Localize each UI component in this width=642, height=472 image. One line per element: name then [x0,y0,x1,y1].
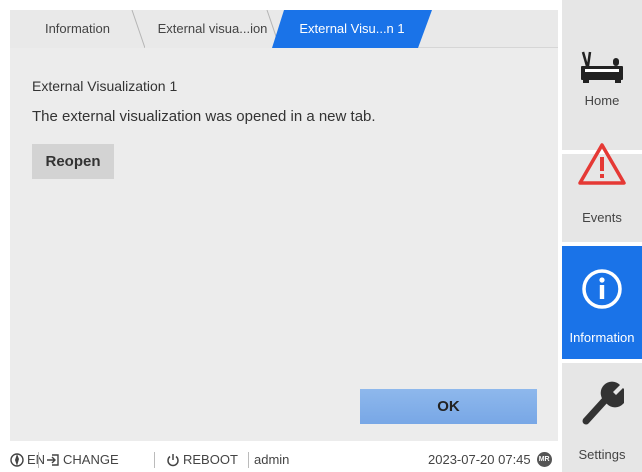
status-bar: EN CHANGE REBOOT admin 2023-07-20 07:45 … [10,448,558,472]
tab-information[interactable]: Information [10,10,145,48]
reboot-button[interactable]: REBOOT [166,452,238,467]
nav-label: Home [584,93,620,108]
separator [248,452,249,468]
wrench-icon [582,381,624,425]
change-label: CHANGE [63,452,119,467]
side-navigation: Home Events Information Settings [562,0,642,472]
tab-label: Information [44,21,111,36]
nav-label: Settings [578,447,626,462]
tab-external-visualization[interactable]: External visua...ion [145,10,280,48]
reboot-label: REBOOT [183,452,238,467]
nav-home[interactable]: Home [562,0,642,150]
main-panel: Information External visua...ion Externa… [0,0,558,472]
nav-information[interactable]: Information [562,246,642,359]
tab-bar: Information External visua...ion Externa… [10,10,558,48]
info-circle-icon [582,269,622,309]
ok-button[interactable]: OK [360,389,537,424]
change-button[interactable]: CHANGE [46,452,119,467]
content-area: External Visualization 1 The external vi… [10,48,558,441]
separator [154,452,155,468]
separator [38,452,39,468]
tab-label: External Visu...n 1 [299,21,405,36]
nav-label: Events [582,210,622,225]
reopen-button[interactable]: Reopen [32,144,114,179]
info-message: The external visualization was opened in… [32,108,376,125]
language-label: EN [27,452,46,467]
datetime-label: 2023-07-20 07:45 [428,452,531,467]
user-name: admin [254,452,289,467]
nav-label: Information [569,330,635,345]
tab-label: External visua...ion [157,21,268,36]
nav-events[interactable]: Events [562,143,642,242]
power-icon [167,453,179,466]
page-subtitle: External Visualization 1 [32,78,178,94]
login-icon [47,453,59,466]
user-label: admin [254,452,290,467]
mr-logo-icon: MR [536,452,552,467]
warning-triangle-icon [578,143,626,185]
nav-settings[interactable]: Settings [562,363,642,472]
datetime: 2023-07-20 07:45 MR [428,452,552,467]
tab-external-visualization-1[interactable]: External Visu...n 1 [272,10,432,48]
globe-icon [10,452,24,467]
home-device-icon [581,51,623,83]
language-selector[interactable]: EN [10,452,45,467]
